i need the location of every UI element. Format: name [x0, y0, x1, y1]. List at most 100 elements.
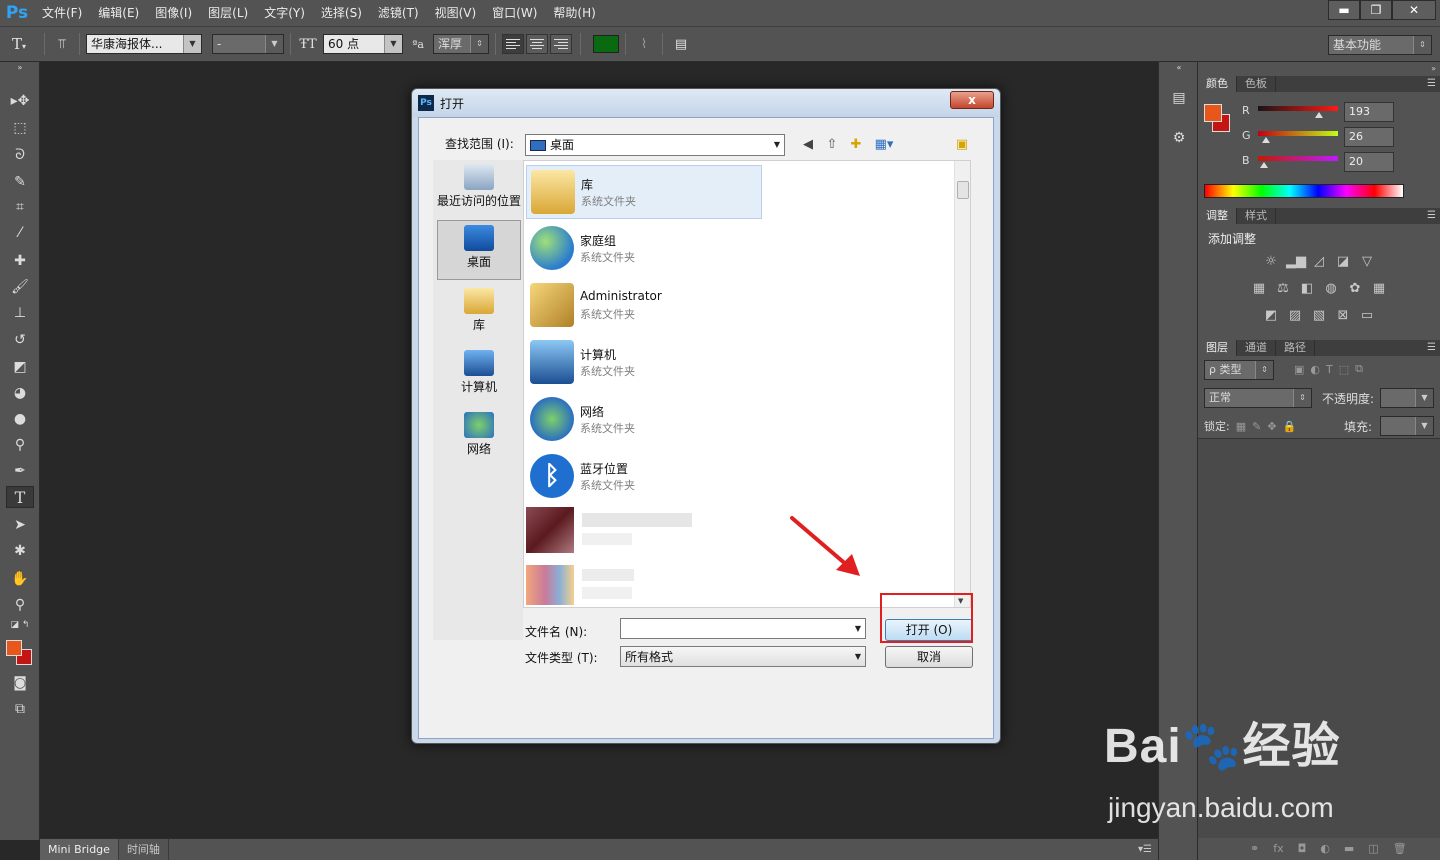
new-group-icon[interactable]: ▬	[1344, 842, 1354, 855]
quick-select-tool-icon[interactable]: ✎	[6, 171, 34, 193]
menu-type[interactable]: 文字(Y)	[256, 0, 313, 26]
collapse-toolbar-icon[interactable]: »	[6, 62, 34, 74]
menu-select[interactable]: 选择(S)	[313, 0, 370, 26]
place-recent[interactable]: 最近访问的位置	[437, 160, 521, 220]
list-item[interactable]: 计算机 系统文件夹	[526, 336, 762, 390]
align-center-button[interactable]	[526, 34, 548, 54]
place-library[interactable]: 库	[437, 284, 521, 344]
red-value-field[interactable]: 193	[1344, 102, 1394, 122]
dialog-close-button[interactable]: x	[950, 91, 994, 109]
lookin-dropdown[interactable]: 桌面 ▼	[525, 134, 785, 156]
zoom-tool-icon[interactable]: ⚲	[6, 594, 34, 616]
lock-all-icon[interactable]: 🔒	[1283, 420, 1297, 433]
levels-icon[interactable]: ▂▆	[1286, 254, 1306, 270]
align-left-button[interactable]	[502, 34, 524, 54]
lasso-tool-icon[interactable]: ᘐ	[6, 144, 34, 166]
antialias-dropdown[interactable]: 浑厚 ⇕	[433, 34, 489, 54]
align-right-button[interactable]	[550, 34, 572, 54]
panel-menu-icon[interactable]: ☰	[1427, 208, 1436, 224]
properties-panel-icon[interactable]: ⚙	[1169, 128, 1189, 148]
threshold-icon[interactable]: ▧	[1310, 308, 1328, 324]
black-white-icon[interactable]: ◧	[1298, 281, 1316, 297]
tab-color[interactable]: 颜色	[1198, 76, 1237, 92]
posterize-icon[interactable]: ▨	[1286, 308, 1304, 324]
color-spectrum-bar[interactable]	[1204, 184, 1404, 198]
view-menu-icon[interactable]: ▦▾	[871, 136, 897, 154]
menu-help[interactable]: 帮助(H)	[545, 0, 603, 26]
up-folder-icon[interactable]: ⇧	[823, 136, 841, 154]
blue-slider-track[interactable]	[1258, 156, 1338, 161]
back-icon[interactable]: ◀	[799, 136, 817, 154]
screen-mode-icon[interactable]: ⧉	[6, 698, 34, 720]
collapse-dock-icon[interactable]: «	[1169, 62, 1189, 74]
character-panel-icon[interactable]: ▤	[669, 37, 693, 52]
fill-field[interactable]: ▼	[1380, 416, 1434, 436]
blend-mode-dropdown[interactable]: 正常 ⇕	[1204, 388, 1312, 408]
move-tool-icon[interactable]: ▸✥	[6, 90, 34, 112]
lock-transparent-icon[interactable]: ▦	[1236, 420, 1246, 433]
history-panel-icon[interactable]: ▤	[1169, 88, 1189, 108]
color-balance-icon[interactable]: ⚖	[1274, 281, 1292, 297]
place-computer[interactable]: 计算机	[437, 346, 521, 406]
panel-menu-icon[interactable]: ▾☰	[1138, 839, 1158, 860]
filetype-dropdown[interactable]: 所有格式 ▼	[620, 646, 866, 667]
lock-image-icon[interactable]: ✎	[1252, 420, 1261, 433]
font-style-dropdown[interactable]: - ▼	[212, 34, 284, 54]
new-folder-icon[interactable]: ✚	[847, 136, 865, 154]
exposure-icon[interactable]: ◪	[1334, 254, 1352, 270]
crop-tool-icon[interactable]: ⌗	[6, 196, 34, 218]
green-value-field[interactable]: 26	[1344, 127, 1394, 147]
hand-tool-icon[interactable]: ✋	[6, 568, 34, 590]
filter-pixel-icon[interactable]: ▣	[1294, 363, 1304, 376]
orientation-toggle-icon[interactable]: ⫪	[51, 37, 73, 52]
trash-icon[interactable]: 🗑	[1393, 842, 1407, 855]
swap-colors-icon[interactable]: ◪ ↰	[6, 618, 34, 632]
blue-value-field[interactable]: 20	[1344, 152, 1394, 172]
filename-input[interactable]: ▼	[620, 618, 866, 639]
panel-menu-icon[interactable]: ☰	[1427, 76, 1436, 92]
tab-mini-bridge[interactable]: Mini Bridge	[40, 839, 119, 860]
eyedropper-tool-icon[interactable]: ⁄	[6, 222, 34, 244]
tab-adjustments[interactable]: 调整	[1198, 208, 1237, 224]
cancel-button[interactable]: 取消	[885, 646, 973, 668]
marquee-tool-icon[interactable]: ⬚	[6, 117, 34, 139]
collapse-panels-icon[interactable]: »	[1431, 64, 1436, 73]
opacity-field[interactable]: ▼	[1380, 388, 1434, 408]
filter-type-icon[interactable]: T	[1326, 363, 1333, 376]
quick-mask-icon[interactable]: ◙	[6, 672, 34, 694]
list-item[interactable]: 家庭组 系统文件夹	[526, 222, 762, 276]
menu-file[interactable]: 文件(F)	[34, 0, 90, 26]
menu-layer[interactable]: 图层(L)	[200, 0, 256, 26]
new-layer-icon[interactable]: ◫	[1368, 842, 1378, 855]
list-item[interactable]: 网络 系统文件夹	[526, 393, 762, 447]
vibrance-icon[interactable]: ▽	[1358, 254, 1376, 270]
menu-window[interactable]: 窗口(W)	[484, 0, 545, 26]
layer-filter-dropdown[interactable]: ρ 类型 ⇕	[1204, 360, 1274, 380]
minimize-button[interactable]: ▬	[1328, 0, 1360, 20]
red-slider-thumb[interactable]	[1314, 112, 1323, 118]
selective-color-icon[interactable]: ⊠	[1334, 308, 1352, 324]
history-brush-tool-icon[interactable]: ↺	[6, 329, 34, 351]
foreground-color-swatch[interactable]	[1204, 104, 1222, 122]
curves-icon[interactable]: ◿	[1310, 254, 1328, 270]
layer-style-icon[interactable]: fx	[1273, 842, 1283, 855]
tab-swatches[interactable]: 色板	[1237, 76, 1276, 92]
filter-shape-icon[interactable]: ⬚	[1339, 363, 1349, 376]
dodge-tool-icon[interactable]: ⚲	[6, 434, 34, 456]
brush-tool-icon[interactable]: 🖌	[6, 276, 34, 298]
tab-timeline[interactable]: 时间轴	[119, 839, 169, 860]
list-item[interactable]: 库 系统文件夹	[526, 165, 762, 219]
clone-stamp-tool-icon[interactable]: ⊥	[6, 302, 34, 324]
list-item[interactable]: ᛒ 蓝牙位置 系统文件夹	[526, 450, 762, 504]
lock-position-icon[interactable]: ✥	[1267, 420, 1276, 433]
menu-edit[interactable]: 编辑(E)	[90, 0, 147, 26]
invert-icon[interactable]: ◩	[1262, 308, 1280, 324]
eraser-tool-icon[interactable]: ◩	[6, 356, 34, 378]
type-tool-icon[interactable]: T	[6, 486, 34, 508]
gradient-map-icon[interactable]: ▭	[1358, 308, 1376, 324]
photo-filter-icon[interactable]: ◍	[1322, 281, 1340, 297]
color-lookup-icon[interactable]: ▦	[1370, 281, 1388, 297]
favorite-folder-icon[interactable]: ▣	[953, 136, 971, 154]
link-layers-icon[interactable]: ⚭	[1250, 842, 1259, 855]
tab-styles[interactable]: 样式	[1237, 208, 1276, 224]
